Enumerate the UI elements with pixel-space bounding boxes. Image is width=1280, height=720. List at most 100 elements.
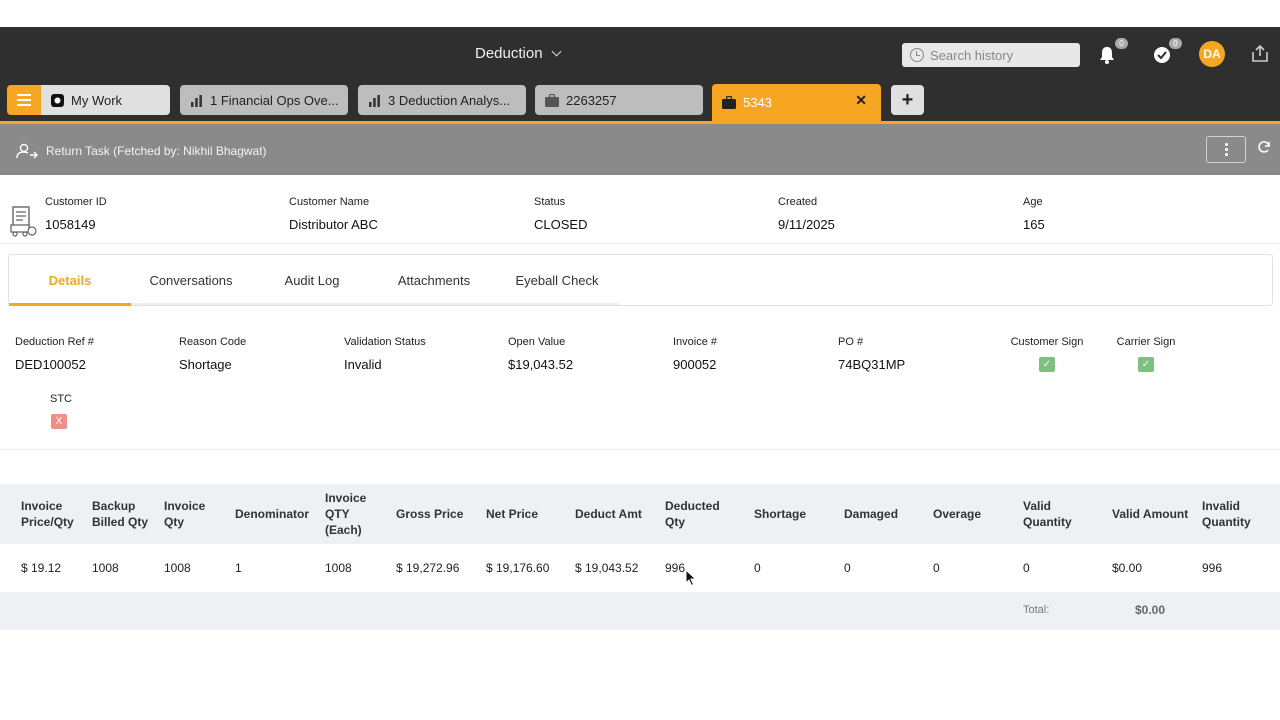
customer-sign-label: Customer Sign	[1010, 336, 1084, 348]
carrier-sign-label: Carrier Sign	[1116, 336, 1176, 348]
line-items-table: Invoice Price/Qty Backup Billed Qty Invo…	[0, 484, 1280, 630]
cell-deducted-qty[interactable]: 996	[665, 544, 685, 592]
user-avatar[interactable]: DA	[1199, 41, 1225, 67]
workspace-tabs: My Work 1 Financial Ops Ove... 3 Deducti…	[0, 84, 1280, 122]
search-history-box[interactable]	[902, 43, 1080, 67]
briefcase-icon	[722, 96, 736, 109]
cell-gross-price: $ 19,272.96	[396, 561, 460, 575]
carrier-sign-check-icon: ✓	[1138, 357, 1154, 372]
cell-deduct-amt: $ 19,043.52	[575, 561, 639, 575]
app-header: Deduction 0 0 DA My Work	[0, 27, 1280, 122]
invoice-label: Invoice #	[673, 336, 718, 348]
refresh-icon[interactable]	[1257, 140, 1271, 154]
cell-invoice-qty-each: 1008	[325, 561, 352, 575]
invoice-field: Invoice # 900052	[673, 336, 717, 372]
cell-damaged: 0	[844, 561, 851, 575]
app-logo-icon	[51, 93, 64, 107]
customer-id-field: Customer ID 1058149	[45, 196, 107, 232]
po-label: PO #	[838, 336, 864, 348]
col-net-price: Net Price	[486, 507, 539, 521]
customer-name-label: Customer Name	[289, 196, 370, 208]
cell-invoice-price-qty: $ 19.12	[21, 561, 62, 575]
col-overage: Overage	[933, 507, 982, 521]
tab-label: 3 Deduction Analys...	[388, 92, 511, 108]
module-title: Deduction	[475, 45, 543, 62]
po-field: PO # 74BQ31MP	[838, 336, 905, 372]
return-task-label: Return Task (Fetched by: Nikhil Bhagwat)	[46, 144, 267, 158]
module-selector[interactable]: Deduction	[475, 45, 561, 62]
cell-overage: 0	[933, 561, 940, 575]
search-history-input[interactable]	[930, 47, 1070, 63]
return-task-button[interactable]: Return Task (Fetched by: Nikhil Bhagwat)	[16, 143, 267, 159]
tab-audit-log[interactable]: Audit Log	[251, 255, 373, 306]
customer-name-field: Customer Name Distributor ABC	[289, 196, 378, 232]
share-button[interactable]	[1250, 42, 1274, 66]
history-icon	[910, 48, 924, 62]
tab-my-work[interactable]: My Work	[41, 85, 170, 115]
status-field: Status CLOSED	[534, 196, 587, 232]
col-valid-quantity: Valid Quantity	[1023, 499, 1072, 529]
cell-net-price: $ 19,176.60	[486, 561, 550, 575]
customer-sign-check-icon: ✓	[1039, 357, 1055, 372]
deduction-details: Deduction Ref # DED100052 Reason Code Sh…	[0, 316, 1280, 450]
customer-name-value: Distributor ABC	[289, 217, 378, 232]
open-value-field: Open Value $19,043.52	[508, 336, 573, 372]
tab-financial-ops[interactable]: 1 Financial Ops Ove...	[180, 85, 348, 115]
notifications-count-badge: 0	[1115, 38, 1128, 49]
cell-backup-billed-qty: 1008	[92, 561, 119, 575]
close-tab-icon[interactable]: ✕	[855, 92, 867, 109]
col-backup-billed-qty: Backup Billed Qty	[92, 499, 149, 529]
tab-conversations[interactable]: Conversations	[131, 255, 251, 306]
status-value: CLOSED	[534, 217, 588, 232]
tab-deduction-analysis[interactable]: 3 Deduction Analys...	[358, 85, 526, 115]
stc-field: STC X	[50, 393, 72, 429]
created-field: Created 9/11/2025	[778, 196, 835, 232]
tab-eyeball-check[interactable]: Eyeball Check	[495, 255, 619, 306]
share-icon	[1252, 44, 1268, 62]
age-field: Age 165	[1023, 196, 1045, 232]
deduction-ref-field: Deduction Ref # DED100052	[15, 336, 94, 372]
cell-shortage: 0	[754, 561, 761, 575]
mouse-pointer-icon	[685, 569, 697, 587]
deduction-ref-value: DED100052	[15, 357, 86, 372]
detail-tabs: Details Conversations Audit Log Attachme…	[8, 254, 1273, 306]
tab-label: 1 Financial Ops Ove...	[210, 92, 339, 108]
user-return-icon	[16, 143, 38, 159]
cell-denominator: 1	[235, 561, 242, 575]
age-value: 165	[1023, 217, 1045, 232]
col-deduct-amt: Deduct Amt	[575, 507, 642, 521]
customer-id-label: Customer ID	[45, 196, 107, 208]
validation-status-field: Validation Status Invalid	[344, 336, 426, 372]
task-action-bar: Return Task (Fetched by: Nikhil Bhagwat)	[0, 124, 1280, 175]
customer-sign-field: Customer Sign ✓	[1010, 336, 1084, 372]
table-row[interactable]: $ 19.12 1008 1008 1 1008 $ 19,272.96 $ 1…	[0, 544, 1280, 592]
col-shortage: Shortage	[754, 507, 807, 521]
chevron-down-icon	[551, 46, 561, 57]
add-tab-button[interactable]: +	[891, 85, 924, 115]
col-invoice-qty-each: Invoice QTY (Each)	[325, 491, 367, 537]
tab-attachments[interactable]: Attachments	[373, 255, 495, 306]
reason-code-field: Reason Code Shortage	[179, 336, 246, 372]
document-delivery-icon	[10, 206, 37, 237]
col-invoice-qty: Invoice Qty	[164, 499, 206, 529]
table-header: Invoice Price/Qty Backup Billed Qty Invo…	[0, 484, 1280, 544]
tab-2263257[interactable]: 2263257	[535, 85, 703, 115]
notifications-button[interactable]: 0	[1098, 38, 1128, 66]
tab-details[interactable]: Details	[9, 255, 131, 306]
tasks-button[interactable]: 0	[1152, 38, 1182, 66]
total-label: Total:	[1023, 604, 1050, 616]
col-damaged: Damaged	[844, 507, 899, 521]
tab-label: 5343	[743, 95, 772, 110]
tab-5343[interactable]: 5343 ✕	[712, 84, 881, 121]
cell-valid-quantity: 0	[1023, 561, 1030, 575]
hamburger-menu-button[interactable]	[7, 85, 41, 115]
bar-chart-icon	[191, 94, 202, 107]
briefcase-icon	[545, 93, 559, 107]
validation-status-value: Invalid	[344, 357, 382, 372]
cell-invalid-quantity: 996	[1202, 561, 1223, 575]
reason-code-label: Reason Code	[179, 336, 247, 348]
open-value-value: $19,043.52	[508, 357, 574, 372]
cell-valid-amount: $0.00	[1112, 561, 1143, 575]
more-options-button[interactable]	[1206, 136, 1246, 163]
col-valid-amount: Valid Amount	[1112, 507, 1189, 521]
